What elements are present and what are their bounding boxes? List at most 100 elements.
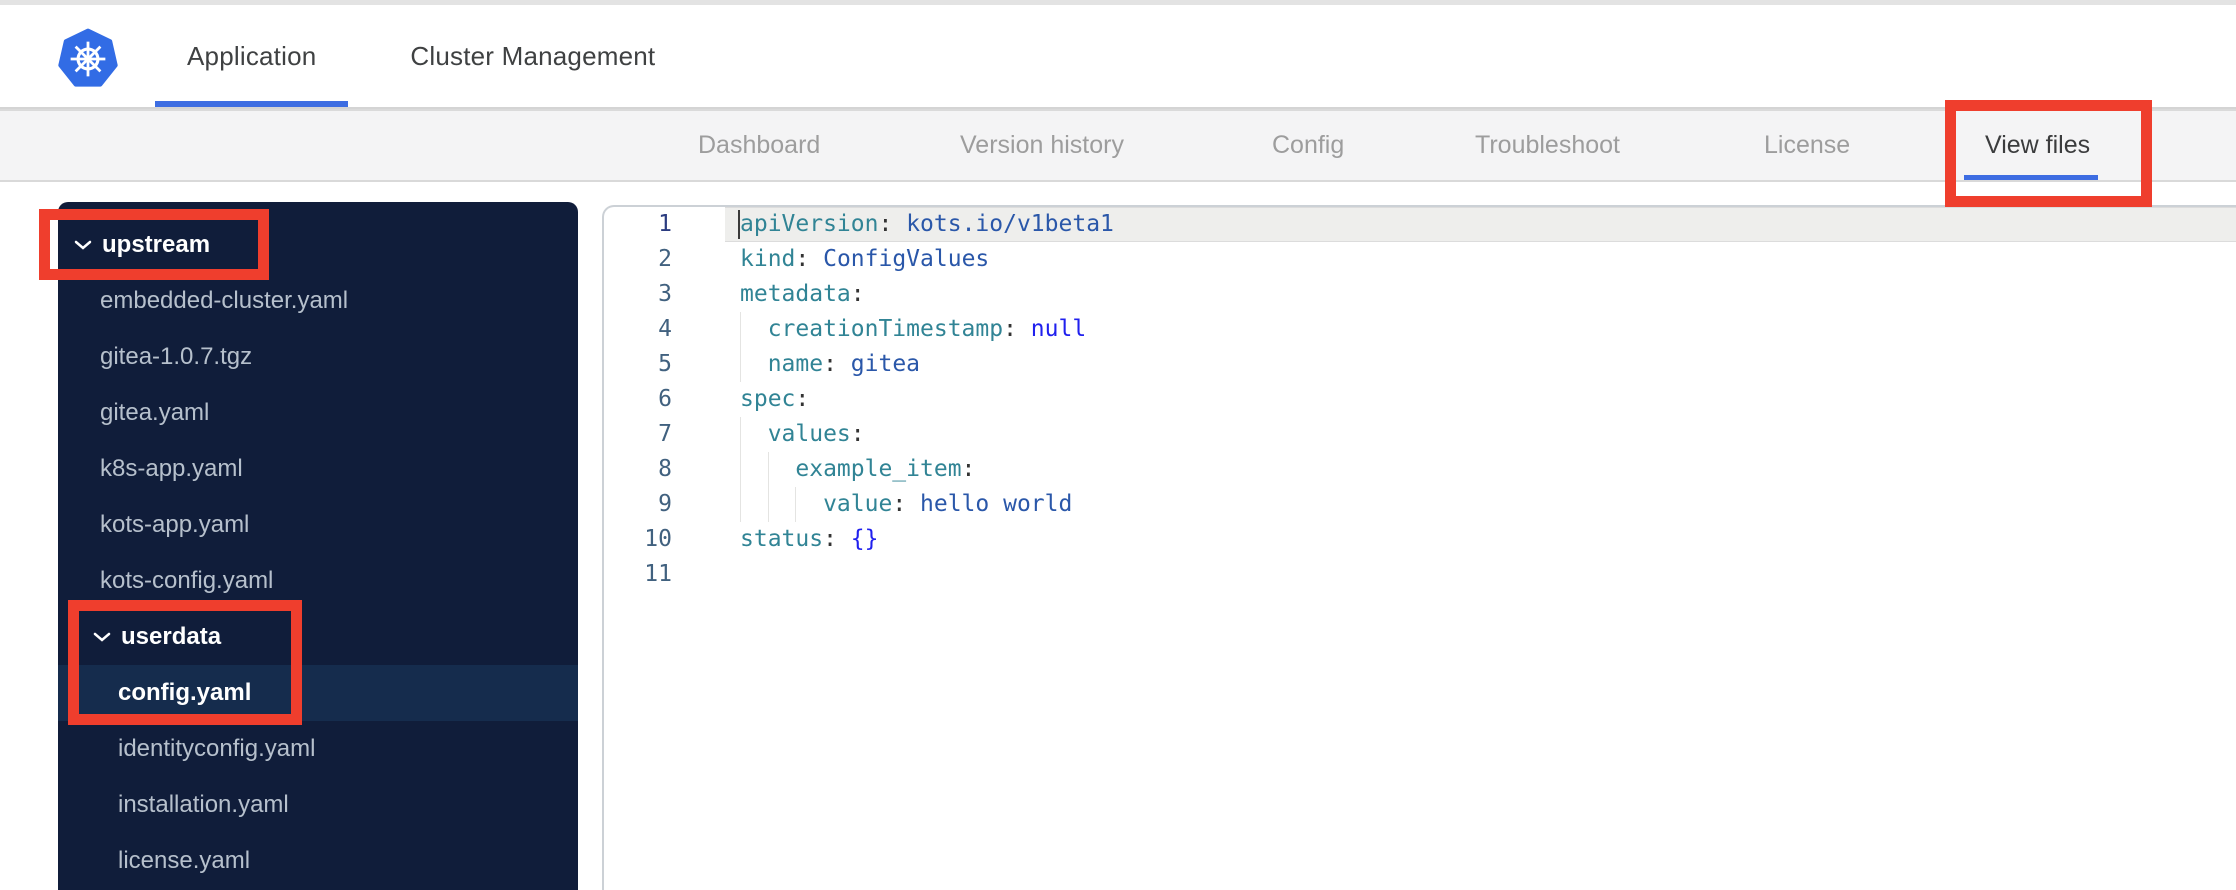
- tree-file-kots-app.yaml[interactable]: kots-app.yaml: [58, 497, 578, 553]
- tree-file-label: config.yaml: [118, 679, 252, 706]
- chevron-down-icon: [93, 632, 111, 642]
- indent-guide: [740, 347, 768, 382]
- text-cursor: [738, 210, 740, 239]
- token-key: apiVersion: [740, 211, 879, 237]
- token-punc: :: [850, 281, 865, 307]
- tree-file-license.yaml[interactable]: license.yaml: [58, 833, 578, 889]
- tree-file-label: installation.yaml: [118, 791, 289, 818]
- kots-admin-console: Application Cluster Management Dashboard V…: [0, 0, 2236, 890]
- line-number: 5: [658, 351, 672, 377]
- code-line-content: value: hello world: [702, 487, 2236, 522]
- tree-file-label: kots-app.yaml: [100, 511, 250, 538]
- token-key: values: [767, 421, 851, 447]
- code-line-5[interactable]: 5 name: gitea: [604, 347, 2236, 382]
- line-number: 10: [644, 526, 672, 552]
- code-line-content: spec:: [702, 382, 2236, 417]
- code-line-6[interactable]: 6 spec:: [604, 382, 2236, 417]
- code-line-content: values:: [702, 417, 2236, 452]
- tree-file-label: k8s-app.yaml: [100, 455, 243, 482]
- subnav-tab-license[interactable]: License: [1764, 111, 1850, 180]
- indent-guide: [740, 487, 768, 522]
- token-key: creationTimestamp: [767, 316, 1004, 342]
- token-punc: :: [1003, 316, 1031, 342]
- code-line-9[interactable]: 9 value: hello world: [604, 487, 2236, 522]
- token-punc: :: [823, 526, 851, 552]
- line-number: 8: [658, 456, 672, 482]
- code-line-content: [702, 557, 2236, 592]
- indent-guide: [767, 487, 796, 522]
- token-key: kind: [740, 246, 796, 272]
- token-key: name: [767, 351, 824, 377]
- yaml-file-viewer[interactable]: 1 apiVersion: kots.io/v1beta1 2 kind: Confi…: [602, 205, 2236, 890]
- code-line-1[interactable]: 1 apiVersion: kots.io/v1beta1: [604, 207, 2236, 242]
- primary-tab-label: Cluster Management: [410, 40, 656, 71]
- line-number: 4: [658, 316, 672, 342]
- code-line-content: metadata:: [702, 277, 2236, 312]
- code-line-content: name: gitea: [702, 347, 2236, 382]
- tree-folder-label: userdata: [121, 623, 222, 650]
- code-line-content: example_item:: [702, 452, 2236, 487]
- token-key: example_item: [795, 456, 962, 482]
- subnav-tab-config[interactable]: Config: [1272, 111, 1344, 180]
- line-number: 11: [644, 561, 672, 587]
- app-header: Application Cluster Management: [0, 5, 2236, 109]
- token-key: metadata: [740, 281, 851, 307]
- tree-folder-userdata[interactable]: userdata: [58, 609, 578, 665]
- subnav-tab-version-history[interactable]: Version history: [960, 111, 1124, 180]
- code-line-7[interactable]: 7 values:: [604, 417, 2236, 452]
- token-punc: :: [878, 211, 907, 237]
- code-line-11[interactable]: 11: [604, 557, 2236, 592]
- line-number: 6: [658, 386, 672, 412]
- indent-guide: [767, 452, 796, 487]
- app-subnav: Dashboard Version history Config Troublesho…: [0, 109, 2236, 182]
- code-line-3[interactable]: 3 metadata:: [604, 277, 2236, 312]
- tree-file-kots-config.yaml[interactable]: kots-config.yaml: [58, 553, 578, 609]
- line-number: 1: [658, 211, 672, 237]
- line-number: 7: [658, 421, 672, 447]
- token-const: {}: [850, 526, 879, 552]
- token-punc: :: [850, 421, 865, 447]
- subnav-tab-troubleshoot[interactable]: Troubleshoot: [1475, 111, 1620, 180]
- primary-tab-cluster-management[interactable]: Cluster Management: [378, 5, 687, 107]
- line-number: 9: [658, 491, 672, 517]
- token-str: kots.io/v1beta1: [906, 211, 1114, 237]
- primary-tab-application[interactable]: Application: [155, 5, 349, 107]
- token-str: gitea: [850, 351, 921, 377]
- token-str: ConfigValues: [823, 246, 990, 272]
- code-line-8[interactable]: 8 example_item:: [604, 452, 2236, 487]
- tree-file-label: gitea-1.0.7.tgz: [100, 343, 253, 370]
- code-line-4[interactable]: 4 creationTimestamp: null: [604, 312, 2236, 347]
- tree-file-config.yaml[interactable]: config.yaml: [58, 665, 578, 721]
- tree-file-embedded-cluster.yaml[interactable]: embedded-cluster.yaml: [58, 273, 578, 329]
- token-str: hello world: [920, 491, 1073, 517]
- code-line-content: kind: ConfigValues: [702, 242, 2236, 277]
- tree-folder-label: upstream: [102, 231, 211, 258]
- indent-guide: [740, 312, 768, 347]
- indent-guide: [740, 417, 768, 452]
- indent-guide: [795, 487, 823, 522]
- code-line-10[interactable]: 10 status: {}: [604, 522, 2236, 557]
- subnav-tab-dashboard[interactable]: Dashboard: [698, 111, 820, 180]
- tree-file-label: license.yaml: [118, 847, 251, 874]
- file-tree-sidebar: upstream embedded-cluster.yaml gitea-1.0.7…: [58, 202, 578, 890]
- tree-file-gitea-1.0.7.tgz[interactable]: gitea-1.0.7.tgz: [58, 329, 578, 385]
- line-number: 3: [658, 281, 672, 307]
- tree-file-identityconfig.yaml[interactable]: identityconfig.yaml: [58, 721, 578, 777]
- line-number: 2: [658, 246, 672, 272]
- token-key: spec: [740, 386, 796, 412]
- token-punc: :: [795, 246, 824, 272]
- token-punc: :: [892, 491, 921, 517]
- tree-file-label: embedded-cluster.yaml: [100, 287, 349, 314]
- token-punc: :: [823, 351, 851, 377]
- token-key: value: [823, 491, 893, 517]
- code-line-content: creationTimestamp: null: [702, 312, 2236, 347]
- code-line-2[interactable]: 2 kind: ConfigValues: [604, 242, 2236, 277]
- code-line-content: apiVersion: kots.io/v1beta1: [702, 207, 2236, 242]
- tree-file-gitea.yaml[interactable]: gitea.yaml: [58, 385, 578, 441]
- tree-file-k8s-app.yaml[interactable]: k8s-app.yaml: [58, 441, 578, 497]
- tree-file-installation.yaml[interactable]: installation.yaml: [58, 777, 578, 833]
- subnav-tab-view-files[interactable]: View files: [1963, 111, 2099, 180]
- primary-tab-label: Application: [187, 40, 317, 71]
- primary-tabs: Application Cluster Management: [155, 5, 687, 107]
- tree-folder-upstream[interactable]: upstream: [58, 217, 578, 273]
